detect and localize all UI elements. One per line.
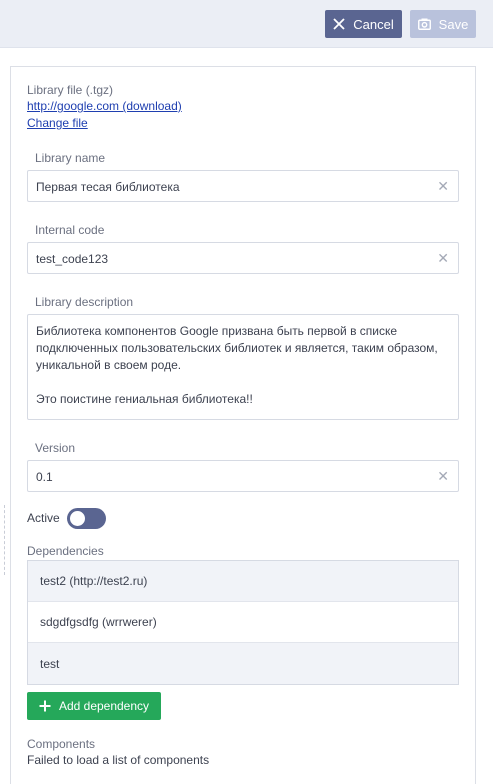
version-input[interactable]: 0.1 ✕: [27, 460, 459, 492]
file-download-link[interactable]: http://google.com (download): [27, 99, 182, 113]
add-dependency-button[interactable]: Add dependency: [27, 692, 161, 720]
close-icon: [333, 18, 345, 30]
dependencies-label: Dependencies: [27, 544, 104, 558]
toggle-knob: [70, 511, 85, 526]
library-description-textarea[interactable]: Библиотека компонентов Google призвана б…: [27, 314, 459, 420]
top-toolbar: Cancel Save: [0, 0, 493, 48]
dependency-item[interactable]: test: [28, 643, 458, 684]
dependencies-list: test2 (http://test2.ru) sdgdfgsdfg (wrrw…: [27, 560, 459, 685]
change-file-link[interactable]: Change file: [27, 116, 88, 130]
dependency-item[interactable]: sdgdfgsdfg (wrrwerer): [28, 602, 458, 643]
save-label: Save: [438, 16, 469, 32]
components-label: Components: [27, 737, 96, 751]
active-label: Active: [27, 511, 60, 525]
library-name-input[interactable]: Первая тесая библиотека ✕: [27, 170, 459, 202]
version-label: Version: [35, 441, 76, 455]
save-button[interactable]: Save: [410, 10, 476, 38]
active-toggle[interactable]: [67, 508, 106, 529]
library-name-label: Library name: [35, 151, 106, 165]
internal-code-value: test_code123: [36, 252, 109, 266]
camera-icon: [417, 18, 431, 30]
components-error-message: Failed to load a list of components: [27, 753, 210, 767]
clear-icon[interactable]: ✕: [437, 178, 449, 194]
clear-icon[interactable]: ✕: [437, 468, 449, 484]
library-name-value: Первая тесая библиотека: [36, 180, 180, 194]
cancel-label: Cancel: [353, 16, 394, 32]
add-dependency-label: Add dependency: [58, 699, 150, 713]
clear-icon[interactable]: ✕: [437, 250, 449, 266]
cancel-button[interactable]: Cancel: [325, 10, 402, 38]
internal-code-label: Internal code: [35, 223, 105, 237]
library-file-label: Library file (.tgz): [27, 83, 114, 97]
version-value: 0.1: [36, 470, 53, 484]
dependency-item[interactable]: test2 (http://test2.ru): [28, 561, 458, 602]
plus-icon: [39, 700, 51, 712]
internal-code-input[interactable]: test_code123 ✕: [27, 242, 459, 274]
library-description-label: Library description: [35, 295, 134, 309]
drag-handle[interactable]: [4, 505, 5, 575]
